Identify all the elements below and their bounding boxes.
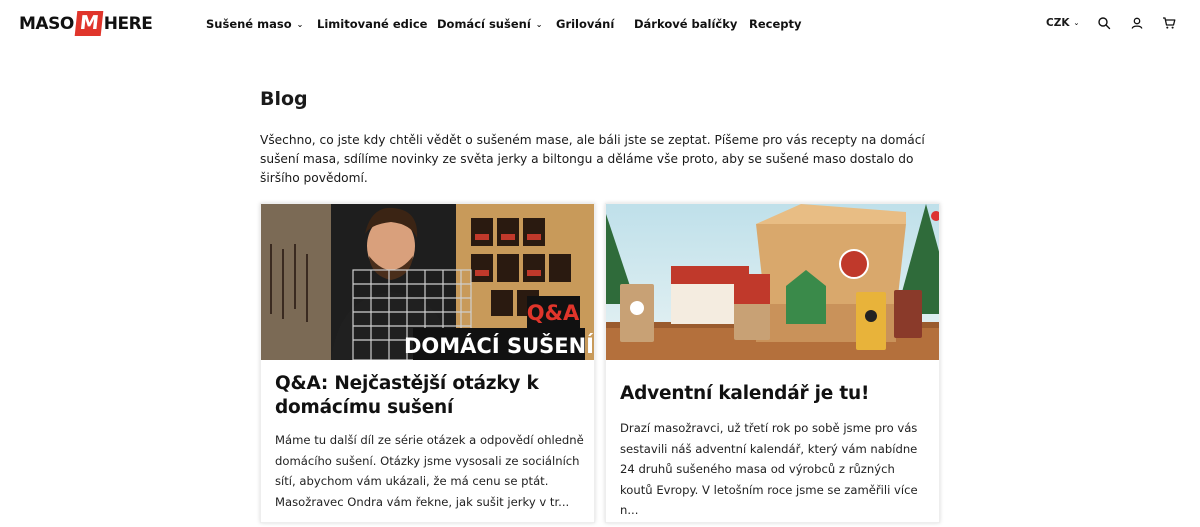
header-actions: CZK ⌄	[1046, 17, 1079, 29]
post-thumbnail[interactable]	[606, 204, 939, 360]
blog-post-card[interactable]: Q&A DOMÁCÍ SUŠENÍ Q&A: Nejčastější otázk…	[260, 203, 595, 523]
site-header: MASO M HERE Sušené maso ⌄ Limitované edi…	[0, 0, 1200, 50]
nav-item-label: Domácí sušení	[437, 17, 531, 31]
chevron-down-icon: ⌄	[1073, 19, 1080, 27]
post-thumbnail[interactable]: Q&A DOMÁCÍ SUŠENÍ	[261, 204, 594, 360]
post-title[interactable]: Q&A: Nejčastější otázky k domácímu sušen…	[275, 372, 580, 420]
nav-item-grilovani[interactable]: Grilování	[556, 17, 634, 31]
post-excerpt: Máme tu další díl ze série otázek a odpo…	[275, 433, 584, 509]
thumbnail-main-text: DOMÁCÍ SUŠENÍ	[404, 333, 594, 358]
nav-item-domaci-suseni[interactable]: Domácí sušení ⌄	[437, 17, 556, 31]
search-icon[interactable]	[1097, 16, 1111, 30]
logo-text-left: MASO	[19, 13, 74, 34]
nav-item-label: Grilování	[556, 17, 615, 31]
post-title[interactable]: Adventní kalendář je tu!	[620, 382, 925, 406]
nav-item-limitovane-edice[interactable]: Limitované edice	[317, 17, 437, 31]
nav-item-label: Sušené maso	[206, 17, 292, 31]
chevron-down-icon: ⌄	[296, 20, 304, 29]
nav-item-label: Limitované edice	[317, 17, 428, 31]
page-title: Blog	[260, 88, 308, 110]
nav-item-darkove-balicky[interactable]: Dárkové balíčky	[634, 17, 749, 31]
nav-item-susene-maso[interactable]: Sušené maso ⌄	[206, 17, 317, 31]
currency-selector[interactable]: CZK ⌄	[1046, 17, 1079, 29]
currency-label: CZK	[1046, 17, 1070, 29]
nav-item-label: Recepty	[749, 17, 802, 31]
post-thumbnail-image: Q&A DOMÁCÍ SUŠENÍ	[261, 204, 594, 360]
main-nav: Sušené maso ⌄ Limitované edice Domácí su…	[206, 17, 809, 31]
blog-intro: Všechno, co jste kdy chtěli vědět o suše…	[260, 133, 925, 185]
chevron-down-icon: ⌄	[535, 20, 543, 29]
nav-item-recepty[interactable]: Recepty	[749, 17, 809, 31]
nav-item-label: Dárkové balíčky	[634, 17, 738, 31]
blog-post-card[interactable]: Adventní kalendář je tu! Drazí masožravc…	[605, 203, 940, 523]
logo-badge: M	[74, 11, 104, 36]
site-logo[interactable]: MASO M HERE	[19, 11, 153, 36]
post-excerpt: Drazí masožravci, už třetí rok po sobě j…	[620, 421, 918, 517]
cart-icon[interactable]	[1162, 16, 1176, 30]
thumbnail-qa-text: Q&A	[527, 301, 580, 325]
logo-text-right: HERE	[103, 13, 153, 34]
post-thumbnail-image	[606, 204, 939, 360]
user-icon[interactable]	[1130, 16, 1144, 30]
